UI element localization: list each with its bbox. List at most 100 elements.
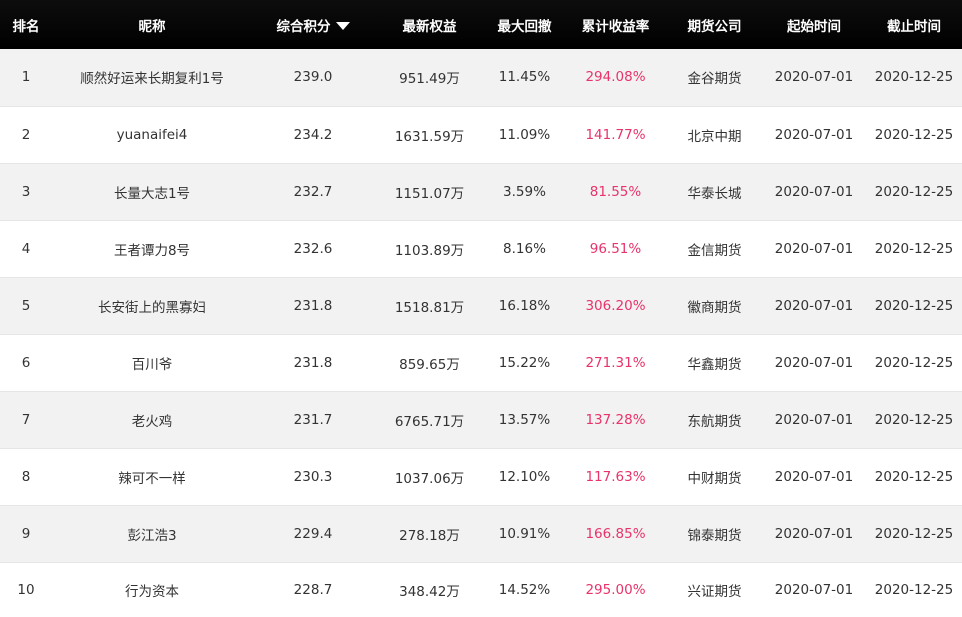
cell-drawdown: 13.57% bbox=[485, 391, 564, 449]
col-header-rank[interactable]: 排名 bbox=[0, 0, 52, 49]
cell-equity: 951.49万 bbox=[374, 49, 485, 107]
col-header-equity[interactable]: 最新权益 bbox=[374, 0, 485, 49]
table-row: 6 百川爷 231.8 859.65万 15.22% 271.31% 华鑫期货 … bbox=[0, 334, 962, 392]
cell-company: 北京中期 bbox=[667, 106, 762, 164]
cell-rank: 9 bbox=[0, 505, 52, 563]
cell-end: 2020-12-25 bbox=[866, 106, 962, 164]
table-row: 8 辣可不一样 230.3 1037.06万 12.10% 117.63% 中财… bbox=[0, 448, 962, 506]
cell-nickname[interactable]: yuanaifei4 bbox=[52, 106, 252, 164]
cell-rank: 4 bbox=[0, 220, 52, 278]
cell-end: 2020-12-25 bbox=[866, 334, 962, 392]
cell-start: 2020-07-01 bbox=[762, 163, 866, 221]
cell-company: 徽商期货 bbox=[667, 277, 762, 335]
cell-company: 东航期货 bbox=[667, 391, 762, 449]
cell-equity: 348.42万 bbox=[374, 562, 485, 617]
cell-score: 231.8 bbox=[252, 334, 374, 392]
cell-drawdown: 11.09% bbox=[485, 106, 564, 164]
cell-return-rate: 81.55% bbox=[564, 163, 667, 221]
cell-company: 金信期货 bbox=[667, 220, 762, 278]
cell-rank: 10 bbox=[0, 562, 52, 617]
cell-equity: 1151.07万 bbox=[374, 163, 485, 221]
cell-company: 兴证期货 bbox=[667, 562, 762, 617]
cell-end: 2020-12-25 bbox=[866, 277, 962, 335]
cell-equity: 278.18万 bbox=[374, 505, 485, 563]
cell-company: 华鑫期货 bbox=[667, 334, 762, 392]
cell-start: 2020-07-01 bbox=[762, 505, 866, 563]
col-header-drawdown[interactable]: 最大回撤 bbox=[485, 0, 564, 49]
cell-return-rate: 96.51% bbox=[564, 220, 667, 278]
cell-drawdown: 16.18% bbox=[485, 277, 564, 335]
cell-equity: 1103.89万 bbox=[374, 220, 485, 278]
cell-score: 234.2 bbox=[252, 106, 374, 164]
table-row: 1 顺然好运来长期复利1号 239.0 951.49万 11.45% 294.0… bbox=[0, 49, 962, 107]
cell-score: 230.3 bbox=[252, 448, 374, 506]
cell-start: 2020-07-01 bbox=[762, 106, 866, 164]
cell-rank: 3 bbox=[0, 163, 52, 221]
cell-return-rate: 271.31% bbox=[564, 334, 667, 392]
cell-equity: 1518.81万 bbox=[374, 277, 485, 335]
cell-equity: 6765.71万 bbox=[374, 391, 485, 449]
col-header-company[interactable]: 期货公司 bbox=[667, 0, 762, 49]
cell-end: 2020-12-25 bbox=[866, 49, 962, 107]
cell-score: 231.7 bbox=[252, 391, 374, 449]
cell-return-rate: 137.28% bbox=[564, 391, 667, 449]
table-row: 5 长安街上的黑寡妇 231.8 1518.81万 16.18% 306.20%… bbox=[0, 277, 962, 335]
cell-rank: 6 bbox=[0, 334, 52, 392]
cell-nickname[interactable]: 行为资本 bbox=[52, 562, 252, 617]
cell-nickname[interactable]: 老火鸡 bbox=[52, 391, 252, 449]
cell-rank: 1 bbox=[0, 49, 52, 107]
cell-end: 2020-12-25 bbox=[866, 163, 962, 221]
cell-nickname[interactable]: 辣可不一样 bbox=[52, 448, 252, 506]
cell-company: 锦泰期货 bbox=[667, 505, 762, 563]
cell-start: 2020-07-01 bbox=[762, 448, 866, 506]
col-header-return-rate[interactable]: 累计收益率 bbox=[564, 0, 667, 49]
cell-drawdown: 14.52% bbox=[485, 562, 564, 617]
cell-end: 2020-12-25 bbox=[866, 562, 962, 617]
cell-drawdown: 10.91% bbox=[485, 505, 564, 563]
cell-nickname[interactable]: 长量大志1号 bbox=[52, 163, 252, 221]
cell-score: 232.7 bbox=[252, 163, 374, 221]
table-row: 7 老火鸡 231.7 6765.71万 13.57% 137.28% 东航期货… bbox=[0, 391, 962, 449]
cell-nickname[interactable]: 王者谭力8号 bbox=[52, 220, 252, 278]
table-row: 4 王者谭力8号 232.6 1103.89万 8.16% 96.51% 金信期… bbox=[0, 220, 962, 278]
cell-drawdown: 11.45% bbox=[485, 49, 564, 107]
cell-company: 中财期货 bbox=[667, 448, 762, 506]
cell-score: 228.7 bbox=[252, 562, 374, 617]
cell-return-rate: 166.85% bbox=[564, 505, 667, 563]
cell-end: 2020-12-25 bbox=[866, 391, 962, 449]
cell-return-rate: 306.20% bbox=[564, 277, 667, 335]
cell-return-rate: 117.63% bbox=[564, 448, 667, 506]
col-header-start[interactable]: 起始时间 bbox=[762, 0, 866, 49]
col-header-score[interactable]: 综合积分 bbox=[252, 0, 374, 49]
col-header-end[interactable]: 截止时间 bbox=[866, 0, 962, 49]
cell-equity: 859.65万 bbox=[374, 334, 485, 392]
cell-start: 2020-07-01 bbox=[762, 391, 866, 449]
cell-start: 2020-07-01 bbox=[762, 562, 866, 617]
cell-end: 2020-12-25 bbox=[866, 448, 962, 506]
table-row: 2 yuanaifei4 234.2 1631.59万 11.09% 141.7… bbox=[0, 106, 962, 164]
cell-rank: 5 bbox=[0, 277, 52, 335]
cell-nickname[interactable]: 长安街上的黑寡妇 bbox=[52, 277, 252, 335]
cell-score: 229.4 bbox=[252, 505, 374, 563]
cell-drawdown: 3.59% bbox=[485, 163, 564, 221]
cell-drawdown: 12.10% bbox=[485, 448, 564, 506]
cell-rank: 8 bbox=[0, 448, 52, 506]
cell-nickname[interactable]: 顺然好运来长期复利1号 bbox=[52, 49, 252, 107]
cell-nickname[interactable]: 百川爷 bbox=[52, 334, 252, 392]
cell-equity: 1037.06万 bbox=[374, 448, 485, 506]
ranking-table: 排名 昵称 综合积分 最新权益 最大回撤 累计收益率 期货公司 起始时间 截止时… bbox=[0, 0, 962, 617]
cell-score: 232.6 bbox=[252, 220, 374, 278]
cell-start: 2020-07-01 bbox=[762, 334, 866, 392]
col-header-nickname[interactable]: 昵称 bbox=[52, 0, 252, 49]
cell-start: 2020-07-01 bbox=[762, 49, 866, 107]
table-row: 10 行为资本 228.7 348.42万 14.52% 295.00% 兴证期… bbox=[0, 562, 962, 617]
cell-return-rate: 294.08% bbox=[564, 49, 667, 107]
cell-company: 金谷期货 bbox=[667, 49, 762, 107]
cell-end: 2020-12-25 bbox=[866, 220, 962, 278]
table-row: 9 彭江浩3 229.4 278.18万 10.91% 166.85% 锦泰期货… bbox=[0, 505, 962, 563]
table-header-row: 排名 昵称 综合积分 最新权益 最大回撤 累计收益率 期货公司 起始时间 截止时… bbox=[0, 0, 962, 49]
cell-start: 2020-07-01 bbox=[762, 277, 866, 335]
cell-return-rate: 295.00% bbox=[564, 562, 667, 617]
sort-desc-icon[interactable] bbox=[335, 21, 350, 30]
cell-nickname[interactable]: 彭江浩3 bbox=[52, 505, 252, 563]
